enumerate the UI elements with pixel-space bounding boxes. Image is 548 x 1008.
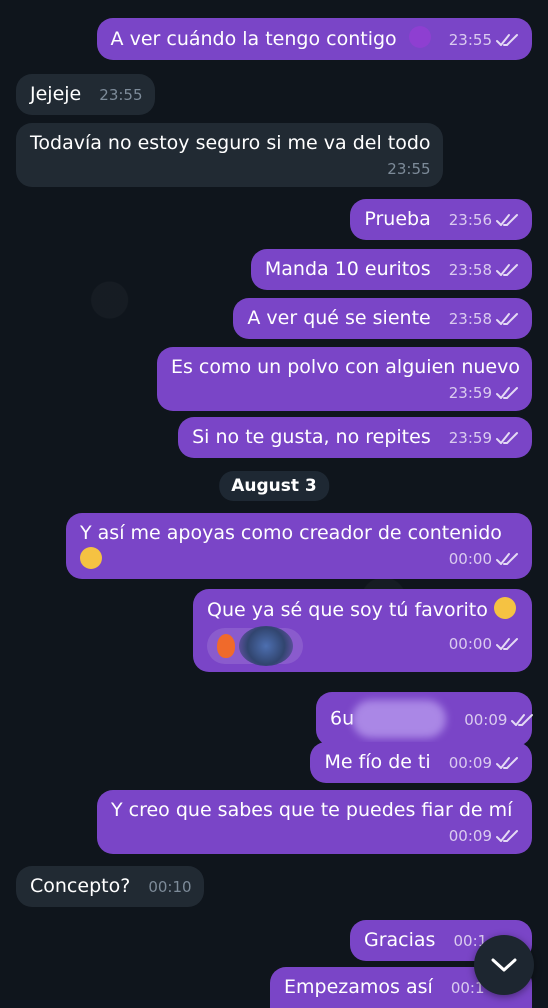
message-outgoing[interactable]: Que ya sé que soy tú favorito 00:00 — [193, 589, 532, 672]
message-meta: 00:09 — [464, 708, 535, 732]
message-time: 23:59 — [448, 429, 492, 447]
message-time: 23:58 — [448, 310, 492, 328]
message-time: 00:09 — [448, 827, 492, 845]
message-meta: 00:09 — [111, 824, 520, 848]
message-text: Concepto? — [30, 875, 131, 897]
message-meta: 23:59 — [449, 426, 520, 450]
message-text: Prueba — [364, 208, 431, 230]
message-text: Manda 10 euritos — [264, 258, 431, 280]
message-text: Si no te gusta, no repites — [192, 426, 431, 448]
message-time: 23:59 — [448, 384, 492, 402]
message-text: Y creo que sabes que te puedes fiar de m… — [111, 799, 513, 821]
message-outgoing[interactable]: Manda 10 euritos 23:58 — [250, 249, 532, 290]
smiling-devil-emoji-icon — [408, 26, 431, 48]
message-time: 23:55 — [448, 31, 492, 49]
message-text: Que ya sé que soy tú favorito — [207, 599, 488, 621]
double-check-icon — [496, 553, 518, 565]
message-text: A ver qué se siente — [247, 307, 431, 329]
message-incoming[interactable]: Todavía no estoy seguro si me va del tod… — [16, 123, 443, 187]
message-time: 00:09 — [448, 754, 492, 772]
date-separator: August 3 — [219, 471, 329, 501]
double-check-icon — [496, 638, 518, 650]
message-time: 23:55 — [99, 86, 143, 104]
message-meta: 00:09 — [449, 751, 520, 775]
message-outgoing[interactable]: Y creo que sabes que te puedes fiar de m… — [97, 790, 532, 854]
double-check-icon — [496, 264, 518, 276]
message-outgoing[interactable]: Prueba 23:56 — [350, 199, 532, 240]
message-text: A ver cuándo la tengo contigo — [110, 28, 397, 50]
double-check-icon — [496, 214, 518, 226]
double-check-icon — [496, 34, 518, 46]
message-outgoing[interactable]: Me fío de ti 00:09 — [310, 742, 532, 783]
message-outgoing[interactable]: Y así me apoyas como creador de contenid… — [66, 513, 532, 579]
tears-of-joy-emoji-icon — [80, 547, 102, 569]
message-meta: 00:00 — [449, 547, 520, 571]
message-time: 00:00 — [448, 550, 492, 568]
message-outgoing[interactable]: A ver cuándo la tengo contigo 23:55 — [96, 18, 532, 60]
redacted-text — [352, 700, 447, 738]
double-check-icon — [511, 713, 534, 726]
message-meta: 23:55 — [99, 83, 142, 107]
message-incoming[interactable]: Concepto? 00:10 — [16, 866, 204, 907]
message-meta: 23:59 — [171, 381, 520, 405]
message-text: Es como un polvo con alguien nuevo — [170, 356, 520, 378]
message-text: 6u — [330, 707, 355, 730]
message-meta: 23:58 — [449, 258, 520, 282]
chevron-down-icon — [491, 958, 517, 972]
message-outgoing[interactable]: 6u 00:09 — [316, 692, 535, 746]
message-text: Y así me apoyas como creador de contenid… — [80, 522, 502, 544]
scroll-to-bottom-button[interactable] — [474, 935, 534, 995]
message-time: 00:10 — [148, 878, 192, 896]
message-time: 23:58 — [448, 261, 492, 279]
message-text: Gracias — [364, 929, 436, 951]
double-check-icon — [496, 432, 518, 444]
reaction-chip[interactable] — [207, 626, 303, 666]
smirking-face-emoji-icon — [493, 597, 516, 619]
double-check-icon — [496, 387, 518, 399]
message-meta: 23:55 — [30, 157, 431, 181]
message-time: 00:00 — [448, 635, 492, 653]
message-outgoing[interactable]: A ver qué se siente 23:58 — [233, 298, 532, 339]
double-check-icon — [496, 830, 518, 842]
message-time: 23:55 — [387, 160, 431, 178]
message-text: Me fío de ti — [324, 751, 431, 773]
reactor-avatar — [239, 626, 293, 666]
message-text: Todavía no estoy seguro si me va del tod… — [30, 132, 431, 154]
double-check-icon — [496, 313, 518, 325]
message-text: Empezamos así — [284, 976, 433, 998]
fire-emoji-icon — [217, 634, 235, 658]
double-check-icon — [496, 757, 518, 769]
message-meta: 00:10 — [148, 875, 191, 899]
message-meta: 23:55 — [449, 28, 520, 52]
message-incoming[interactable]: Jejeje 23:55 — [16, 74, 155, 115]
message-meta: 00:00 — [449, 632, 520, 656]
message-text: Jejeje — [30, 83, 82, 105]
message-meta: 23:56 — [449, 208, 520, 232]
message-outgoing[interactable]: Si no te gusta, no repites 23:59 — [178, 417, 532, 458]
message-time: 23:56 — [448, 211, 492, 229]
message-time: 00:09 — [464, 710, 508, 729]
message-outgoing[interactable]: Es como un polvo con alguien nuevo 23:59 — [156, 347, 532, 411]
message-meta: 23:58 — [449, 307, 520, 331]
